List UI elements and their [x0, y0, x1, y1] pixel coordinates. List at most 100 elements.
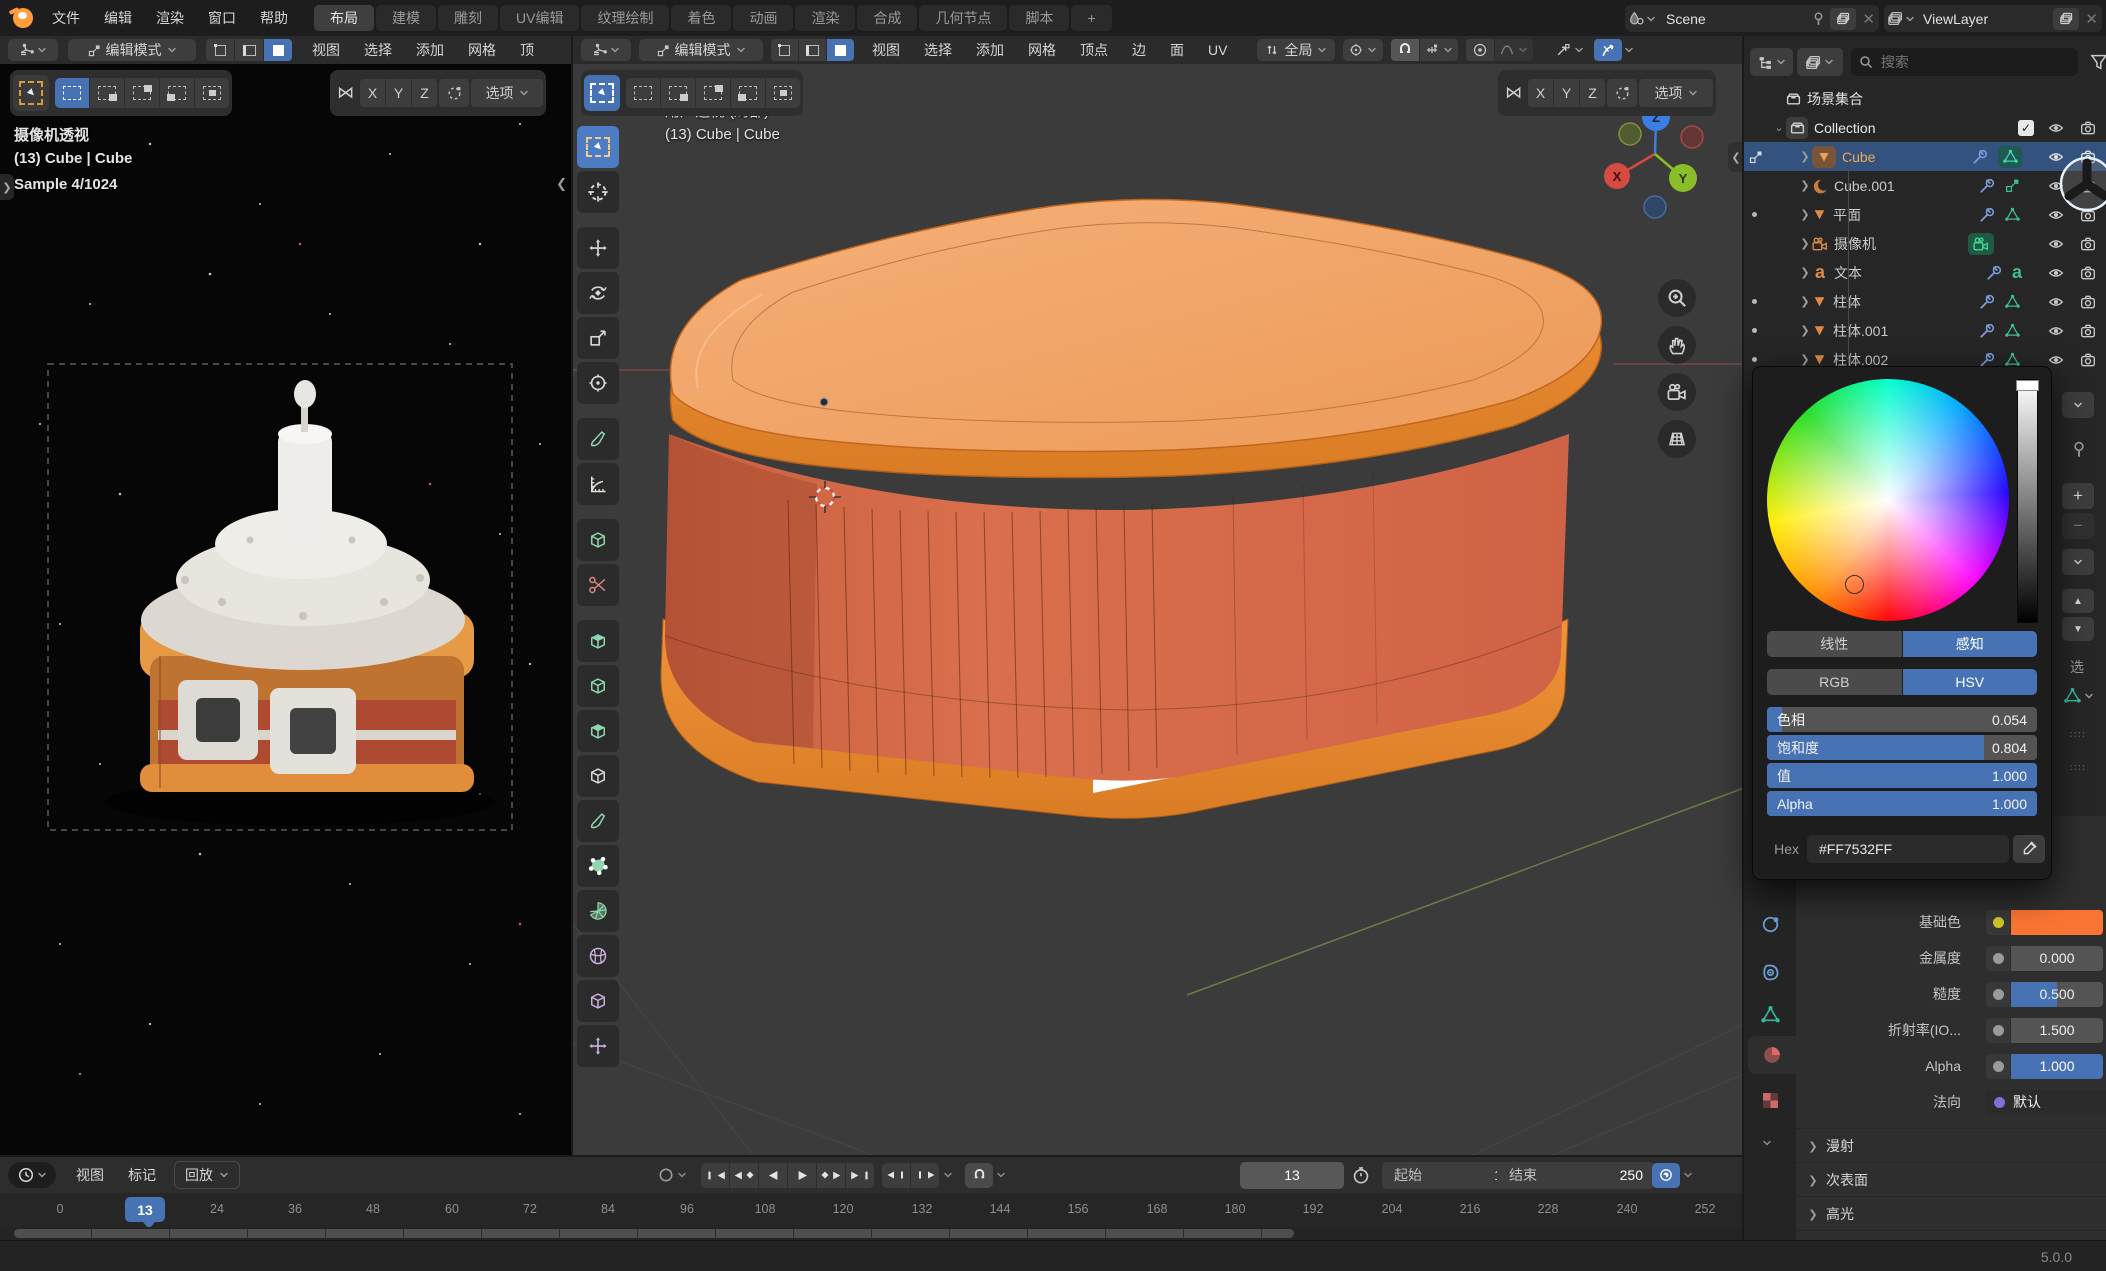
pan-button[interactable]: [1658, 326, 1696, 364]
menu-edge[interactable]: 边: [1120, 37, 1158, 63]
scene-unlink-button[interactable]: ✕: [1862, 10, 1875, 28]
row-collection[interactable]: ⌄ Collection ✓: [1744, 113, 2106, 142]
section-subsurface[interactable]: ❯次表面: [1796, 1162, 2106, 1197]
color-wheel[interactable]: [1767, 379, 2009, 621]
mirror-z-button[interactable]: Z: [412, 79, 437, 107]
tool-loop-cut[interactable]: [577, 755, 619, 797]
value-number-slider[interactable]: 值1.000: [1767, 763, 2037, 788]
workspace-tab-texturepaint[interactable]: 纹理绘制: [581, 5, 669, 31]
roughness-value[interactable]: 0.500: [2011, 982, 2103, 1007]
playback-dropdown[interactable]: 回放: [174, 1161, 240, 1189]
remove-slot-button[interactable]: −: [2062, 513, 2094, 539]
select-extend-mode[interactable]: [661, 78, 695, 108]
search-input[interactable]: [1879, 53, 2033, 71]
select-intersect-mode[interactable]: [766, 78, 800, 108]
filter-icon[interactable]: [2090, 53, 2106, 71]
modifier-icon[interactable]: [1979, 207, 1995, 223]
timeline-scrollbar[interactable]: [0, 1227, 1742, 1240]
snap-dashed-icon[interactable]: [439, 79, 469, 107]
add-slot-button[interactable]: +: [2062, 483, 2094, 509]
mirror-y-button[interactable]: Y: [386, 79, 411, 107]
pin-icon[interactable]: [1811, 11, 1826, 26]
hue-slider[interactable]: 色相0.054: [1767, 707, 2037, 732]
hide-icon[interactable]: [2048, 178, 2064, 194]
tab-strip-more-icon[interactable]: [1762, 1138, 1772, 1148]
face-select-button[interactable]: [264, 39, 292, 61]
edge-select-button[interactable]: [235, 39, 263, 61]
camera-view-content[interactable]: 摄像机透视 (13) Cube | Cube Sample 4/1024 ❯ ❮: [0, 64, 571, 1155]
section-diffuse[interactable]: ❯漫射: [1796, 1128, 2106, 1163]
workspace-tab-uv[interactable]: UV编辑: [500, 5, 579, 31]
menu-face[interactable]: 面: [1158, 37, 1196, 63]
select-box-mode[interactable]: [55, 78, 89, 108]
move-down-button[interactable]: ▼: [2062, 617, 2094, 641]
eyedropper-button[interactable]: [2013, 835, 2045, 863]
gizmos-dropdown[interactable]: [1549, 39, 1590, 61]
tab-object-data[interactable]: [1754, 998, 1786, 1030]
base-color-swatch[interactable]: [2011, 910, 2103, 935]
mirror-y-button[interactable]: Y: [1554, 79, 1579, 107]
tool-shrink-fatten[interactable]: [577, 1025, 619, 1067]
modifier-icon[interactable]: [1979, 178, 1995, 194]
viewlayer-copy-button[interactable]: [2053, 8, 2079, 30]
hide-icon[interactable]: [2048, 207, 2064, 223]
mesh-data-icon[interactable]: [2005, 323, 2020, 338]
tool-select-box[interactable]: ►: [577, 126, 619, 168]
overlays-toggle[interactable]: [1594, 39, 1622, 61]
browse-data-button[interactable]: [2064, 687, 2106, 704]
row-cylinder[interactable]: ❯ 柱体: [1744, 287, 2106, 316]
toolbar-expand-arrow[interactable]: ❯: [0, 174, 14, 200]
tool-knife[interactable]: [577, 800, 619, 842]
tool-inset[interactable]: [577, 665, 619, 707]
render-visibility-icon[interactable]: [2080, 352, 2096, 368]
vertex-select-button[interactable]: [206, 39, 234, 61]
outliner-search[interactable]: [1851, 48, 2078, 76]
mode-dropdown[interactable]: 编辑模式: [68, 39, 196, 61]
ortho-toggle-button[interactable]: [1658, 420, 1696, 458]
move-up-button[interactable]: ▲: [2062, 589, 2094, 613]
row-plane[interactable]: ❯ 平面: [1744, 200, 2106, 229]
row-cylinder001[interactable]: ❯ 柱体.001: [1744, 316, 2106, 345]
grip-handle[interactable]: ∷∷: [2070, 763, 2106, 774]
camera-view-button[interactable]: [1658, 373, 1696, 411]
text-data-icon[interactable]: a: [2012, 262, 2022, 283]
timeline-snap-toggle[interactable]: [965, 1163, 993, 1188]
hex-input[interactable]: #FF7532FF: [1807, 835, 2009, 863]
hide-icon[interactable]: [2048, 120, 2064, 136]
metallic-value[interactable]: 0.000: [2011, 946, 2103, 971]
render-visibility-icon[interactable]: [2080, 149, 2096, 165]
snap-dashed-icon[interactable]: [1607, 79, 1637, 107]
timeline-menu-view[interactable]: 视图: [64, 1162, 116, 1188]
row-scene-collection[interactable]: 场景集合: [1744, 84, 2106, 113]
mirror-z-button[interactable]: Z: [1580, 79, 1605, 107]
curve-data-icon[interactable]: [2005, 178, 2020, 193]
tool-rip[interactable]: [577, 564, 619, 606]
row-cube001[interactable]: ❯ Cube.001: [1744, 171, 2106, 200]
saturation-slider[interactable]: 饱和度0.804: [1767, 735, 2037, 760]
render-visibility-icon[interactable]: [2080, 120, 2096, 136]
menu-file[interactable]: 文件: [40, 5, 92, 31]
current-frame-marker[interactable]: 13: [125, 1197, 165, 1222]
mesh-data-icon[interactable]: [2005, 352, 2020, 367]
workspace-tab-shading[interactable]: 着色: [671, 5, 731, 31]
render-visibility-icon[interactable]: [2080, 178, 2096, 194]
collection-checkbox[interactable]: ✓: [2018, 120, 2034, 136]
mesh-data-icon[interactable]: [2005, 294, 2020, 309]
tool-edge-slide[interactable]: [577, 980, 619, 1022]
modifier-icon[interactable]: [1972, 149, 1988, 165]
hide-icon[interactable]: [2048, 323, 2064, 339]
menu-select[interactable]: 选择: [912, 37, 964, 63]
mesh-data-icon[interactable]: [2005, 207, 2020, 222]
mesh-data-icon[interactable]: [1998, 146, 2022, 168]
workspace-tab-sculpt[interactable]: 雕刻: [438, 5, 498, 31]
value-slider[interactable]: [2017, 379, 2038, 623]
model-rgb[interactable]: RGB: [1767, 669, 1902, 695]
modifier-icon[interactable]: [1979, 323, 1995, 339]
next-frame-button[interactable]: [911, 1163, 939, 1188]
edge-select-button[interactable]: [799, 39, 826, 61]
editor-type-button[interactable]: [8, 39, 58, 61]
tool-add-cube[interactable]: [577, 519, 619, 561]
viewlayer-name[interactable]: ViewLayer: [1923, 11, 2053, 27]
workspace-tab-geometrynodes[interactable]: 几何节点: [919, 5, 1007, 31]
render-visibility-icon[interactable]: [2080, 323, 2096, 339]
